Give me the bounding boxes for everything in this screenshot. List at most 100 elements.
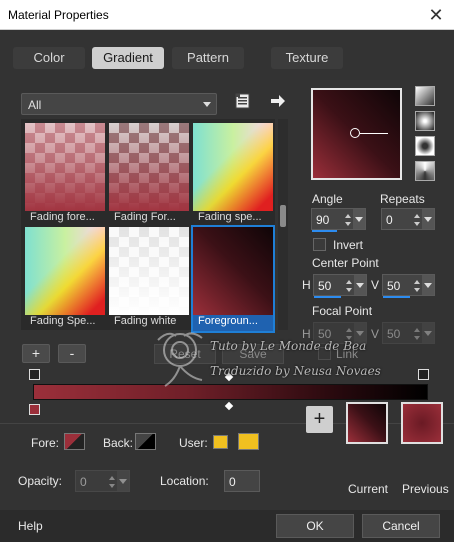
fore-swatch[interactable] bbox=[64, 433, 85, 450]
resource-manager-icon[interactable] bbox=[235, 93, 251, 109]
rectangular-style-icon[interactable] bbox=[415, 111, 435, 131]
chevron-down-icon[interactable] bbox=[117, 471, 129, 491]
add-gradient-button[interactable]: + bbox=[22, 344, 50, 363]
decrement-icon[interactable] bbox=[414, 222, 420, 226]
opacity-stepper[interactable]: 0 bbox=[75, 470, 130, 492]
arrow-right-icon[interactable] bbox=[270, 94, 286, 108]
watermark-line-1: Tuto by Le Monde de Bea bbox=[210, 339, 367, 353]
tab-color[interactable]: Color bbox=[13, 47, 85, 69]
angle-level-bar bbox=[312, 230, 337, 232]
back-swatch[interactable] bbox=[135, 433, 156, 450]
gradient-editor-strip[interactable] bbox=[33, 384, 428, 400]
increment-icon[interactable] bbox=[346, 280, 352, 284]
gallery-caption: Fading Spe... bbox=[30, 315, 96, 327]
increment-icon[interactable] bbox=[346, 328, 352, 332]
increment-icon[interactable] bbox=[109, 476, 115, 480]
increment-icon[interactable] bbox=[345, 214, 351, 218]
opacity-stop-left[interactable] bbox=[29, 369, 40, 380]
focal-v-stepper[interactable]: 50 bbox=[382, 322, 435, 344]
opacity-value: 0 bbox=[80, 475, 87, 489]
gradient-gallery: Fading fore... Fading For... Fading spe.… bbox=[21, 119, 275, 333]
repeats-stepper[interactable]: 0 bbox=[381, 208, 435, 230]
close-icon[interactable]: ✕ bbox=[424, 3, 448, 27]
angle-value: 90 bbox=[316, 213, 330, 227]
crosshair-icon[interactable] bbox=[350, 128, 360, 138]
decrement-icon[interactable] bbox=[345, 222, 351, 226]
chevron-down-icon[interactable] bbox=[422, 209, 434, 229]
decrement-icon[interactable] bbox=[109, 484, 115, 488]
chevron-down-icon[interactable] bbox=[422, 323, 434, 343]
increment-icon[interactable] bbox=[414, 280, 420, 284]
add-to-swatches-button[interactable]: + bbox=[306, 406, 333, 433]
gallery-item[interactable]: Fading spe... bbox=[193, 123, 273, 227]
location-value: 0 bbox=[229, 475, 236, 489]
cancel-button[interactable]: Cancel bbox=[362, 514, 440, 538]
focal-point-label: Focal Point bbox=[312, 304, 373, 318]
sunburst-style-icon[interactable] bbox=[415, 136, 435, 156]
remove-gradient-button[interactable]: - bbox=[58, 344, 86, 363]
gradient-thumbnail bbox=[193, 123, 273, 211]
focal-v-value: 50 bbox=[387, 327, 401, 341]
decrement-icon[interactable] bbox=[414, 288, 420, 292]
location-label: Location: bbox=[160, 474, 209, 488]
invert-label: Invert bbox=[333, 238, 364, 252]
user-color-radio[interactable] bbox=[213, 435, 228, 449]
category-dropdown-value: All bbox=[28, 98, 42, 112]
center-h-stepper[interactable]: 50 bbox=[313, 274, 367, 298]
center-h-value: 50 bbox=[318, 279, 332, 293]
linear-style-icon[interactable] bbox=[415, 86, 435, 106]
angle-label: Angle bbox=[312, 192, 343, 206]
current-label: Current bbox=[348, 482, 389, 496]
window-title: Material Properties bbox=[8, 8, 109, 22]
radial-style-icon[interactable] bbox=[415, 161, 435, 181]
center-v-level-bar bbox=[383, 296, 410, 298]
user-label: User: bbox=[179, 436, 208, 450]
tab-gradient[interactable]: Gradient bbox=[92, 47, 164, 69]
decrement-icon[interactable] bbox=[414, 336, 420, 340]
opacity-label: Opacity: bbox=[18, 474, 63, 488]
chevron-down-icon bbox=[203, 102, 211, 107]
angle-handle[interactable] bbox=[360, 133, 388, 134]
gallery-caption: Fading spe... bbox=[198, 211, 262, 223]
angle-stepper[interactable]: 90 bbox=[311, 208, 366, 232]
increment-icon[interactable] bbox=[414, 328, 420, 332]
center-h-level-bar bbox=[314, 296, 341, 298]
location-field[interactable]: 0 bbox=[224, 470, 260, 492]
tab-texture[interactable]: Texture bbox=[271, 47, 343, 69]
center-v-stepper[interactable]: 50 bbox=[382, 274, 435, 298]
decrement-icon[interactable] bbox=[346, 288, 352, 292]
center-v-value: 50 bbox=[387, 279, 401, 293]
tab-pattern[interactable]: Pattern bbox=[172, 47, 244, 69]
gradient-thumbnail bbox=[109, 123, 189, 211]
repeats-value: 0 bbox=[386, 213, 393, 227]
gradient-thumbnail bbox=[25, 227, 105, 315]
gallery-item[interactable]: Fading fore... bbox=[25, 123, 105, 227]
opacity-stop-right[interactable] bbox=[418, 369, 429, 380]
increment-icon[interactable] bbox=[414, 214, 420, 218]
watermark-line-2: Traduzido by Neusa Novaes bbox=[210, 364, 381, 378]
scrollbar-thumb[interactable] bbox=[280, 205, 286, 227]
chevron-down-icon[interactable] bbox=[422, 275, 434, 295]
gradient-thumbnail bbox=[109, 227, 189, 315]
color-stop-left[interactable] bbox=[29, 404, 40, 415]
gallery-item[interactable]: Fading Spe... bbox=[25, 227, 105, 331]
rose-watermark-icon bbox=[140, 310, 220, 390]
help-link[interactable]: Help bbox=[18, 519, 43, 533]
previous-swatch[interactable] bbox=[401, 402, 443, 444]
ok-button[interactable]: OK bbox=[276, 514, 354, 538]
gradient-thumbnail bbox=[25, 123, 105, 211]
gallery-caption: Fading fore... bbox=[30, 211, 95, 223]
previous-label: Previous bbox=[402, 482, 449, 496]
invert-checkbox[interactable] bbox=[313, 238, 326, 251]
gallery-scrollbar[interactable] bbox=[278, 119, 288, 330]
current-swatch[interactable] bbox=[346, 402, 388, 444]
chevron-down-icon[interactable] bbox=[353, 209, 365, 229]
category-dropdown[interactable]: All bbox=[21, 93, 217, 115]
chevron-down-icon[interactable] bbox=[354, 275, 366, 295]
gradient-preview[interactable] bbox=[311, 88, 402, 180]
gallery-item[interactable]: Fading For... bbox=[109, 123, 189, 227]
center-v-label: V bbox=[371, 278, 380, 292]
repeats-label: Repeats bbox=[380, 192, 425, 206]
user-color-swatch[interactable] bbox=[238, 433, 259, 450]
gallery-caption: Fading For... bbox=[114, 211, 176, 223]
